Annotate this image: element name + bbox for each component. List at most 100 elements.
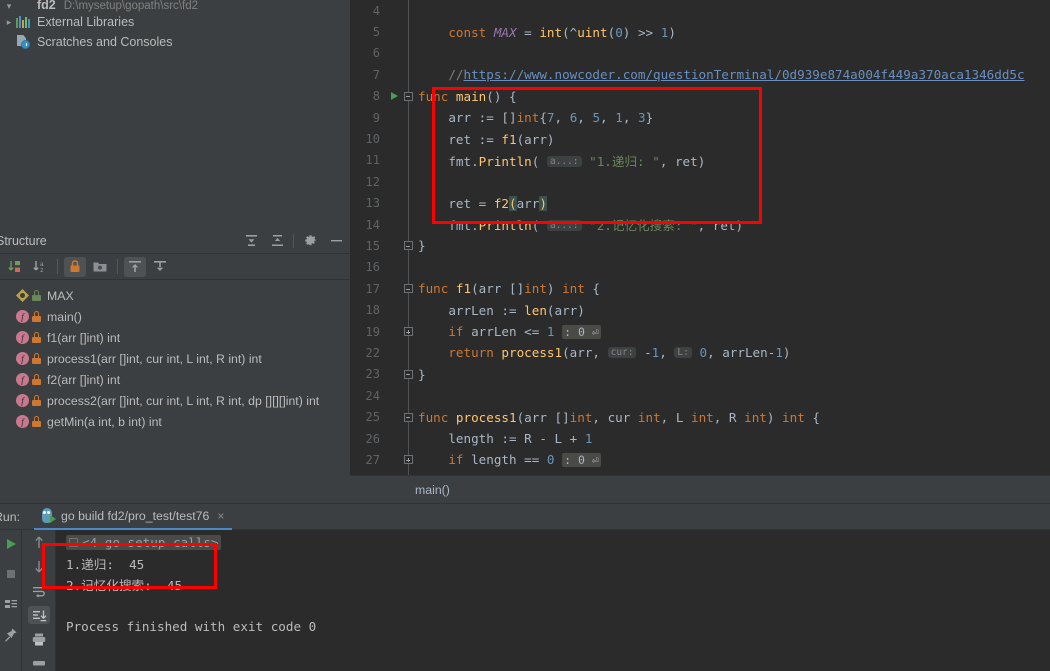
- fold-plus-icon[interactable]: [402, 455, 414, 465]
- code-line[interactable]: 6: [350, 43, 1050, 64]
- code-line[interactable]: 16: [350, 257, 1050, 278]
- line-number: 27: [365, 452, 380, 467]
- project-tree-panel[interactable]: ▾ fd2 D:\mysetup\gopath\src\fd2 ▸ Extern…: [0, 0, 350, 228]
- rerun-button[interactable]: [0, 534, 22, 554]
- code-text: fmt.Println( a...: "2.记忆化搜索: ", ret): [418, 218, 744, 234]
- structure-header: Structure: [0, 228, 350, 254]
- scroll-down-button[interactable]: [28, 558, 50, 576]
- structure-item-list: MAX f main() f f1(arr []int) int f proce…: [0, 280, 350, 432]
- lock-icon: [32, 374, 41, 385]
- structure-item-max[interactable]: MAX: [0, 285, 350, 306]
- function-icon: f: [16, 331, 29, 344]
- code-line[interactable]: 4: [350, 0, 1050, 21]
- chevron-right-icon[interactable]: ▸: [2, 17, 16, 28]
- code-line[interactable]: 8 func main() {: [350, 86, 1050, 107]
- code-line[interactable]: 27 if length == 0 : 0 ⏎: [350, 449, 1050, 470]
- structure-item-label: f2(arr []int) int: [47, 372, 121, 387]
- run-tab[interactable]: go build fd2/pro_test/test76 ×: [33, 504, 233, 530]
- code-line[interactable]: 23}: [350, 364, 1050, 385]
- code-text: const MAX = int(^uint(0) >> 1): [448, 24, 676, 40]
- run-gutter-icon[interactable]: [386, 92, 402, 101]
- structure-item-main[interactable]: f main(): [0, 306, 350, 327]
- fold-minus-icon[interactable]: [402, 412, 414, 422]
- collapse-all-button[interactable]: [267, 231, 287, 251]
- line-number: 25: [365, 410, 380, 425]
- structure-item-f2[interactable]: f f2(arr []int) int: [0, 369, 350, 390]
- close-icon[interactable]: ×: [217, 509, 224, 523]
- line-number: 8: [372, 89, 380, 104]
- code-text: func main() {: [418, 88, 517, 104]
- scroll-to-end-button[interactable]: [27, 606, 50, 624]
- function-icon: f: [16, 373, 29, 386]
- code-line[interactable]: 7 //https://www.nowcoder.com/questionTer…: [350, 64, 1050, 85]
- show-in-editor-button[interactable]: [0, 594, 22, 614]
- fold-minus-icon[interactable]: [402, 91, 414, 101]
- code-line[interactable]: 19 if arrLen <= 1 : 0 ⏎: [350, 321, 1050, 342]
- structure-item-getmin[interactable]: f getMin(a int, b int) int: [0, 411, 350, 432]
- divider: [117, 259, 118, 274]
- fold-minus-icon[interactable]: [402, 241, 414, 251]
- code-line[interactable]: 25 func process1(arr []int, cur int, L in…: [350, 406, 1050, 427]
- code-line[interactable]: 15}: [350, 235, 1050, 256]
- code-line[interactable]: 13 ret = f2(arr): [350, 193, 1050, 214]
- expand-all-button[interactable]: [241, 231, 261, 251]
- console-output[interactable]: <4 go setup calls> 1.递归: 45 2.记忆化搜索: 45 …: [42, 530, 1050, 671]
- run-body: <4 go setup calls> 1.递归: 45 2.记忆化搜索: 45 …: [0, 530, 1050, 671]
- line-number: 26: [365, 431, 380, 446]
- function-icon: f: [16, 352, 29, 365]
- code-line[interactable]: 17 func f1(arr []int) int {: [350, 278, 1050, 299]
- fold-toggle-icon[interactable]: [69, 538, 78, 547]
- code-line[interactable]: 24: [350, 385, 1050, 406]
- tree-item-external-libraries[interactable]: ▸ External Libraries: [0, 12, 350, 32]
- print-button[interactable]: [28, 630, 50, 648]
- console-fold-line[interactable]: <4 go setup calls>: [56, 532, 1050, 553]
- code-text: arrLen := len(arr): [418, 302, 585, 318]
- sort-alphabetically-button[interactable]: a z: [29, 257, 51, 277]
- structure-item-label: main(): [47, 309, 82, 324]
- code-line[interactable]: 5 const MAX = int(^uint(0) >> 1): [350, 21, 1050, 42]
- show-fields-button[interactable]: [149, 257, 171, 277]
- scroll-up-button[interactable]: [28, 534, 50, 552]
- structure-item-label: f1(arr []int) int: [47, 330, 121, 345]
- line-number: 13: [365, 196, 380, 211]
- structure-item-process1[interactable]: f process1(arr []int, cur int, L int, R …: [0, 348, 350, 369]
- code-line[interactable]: 22 return process1(arr, cur: -1, L: 0, a…: [350, 342, 1050, 363]
- hide-panel-button[interactable]: [326, 231, 346, 251]
- code-editor[interactable]: 4 5 const MAX = int(^uint(0) >> 1) 6 7 //ht…: [350, 0, 1050, 503]
- show-non-public-button[interactable]: [64, 256, 86, 277]
- breadcrumb[interactable]: main(): [350, 475, 1050, 503]
- structure-item-f1[interactable]: f f1(arr []int) int: [0, 327, 350, 348]
- show-inherited-button[interactable]: [124, 256, 146, 277]
- fold-minus-icon[interactable]: [402, 369, 414, 379]
- stop-button[interactable]: [0, 564, 22, 584]
- console-toolbar: [22, 530, 56, 671]
- pin-tab-button[interactable]: [0, 624, 22, 644]
- structure-item-process2[interactable]: f process2(arr []int, cur int, L int, R …: [0, 390, 350, 411]
- console-line: 2.记忆化搜索: 45: [66, 578, 183, 593]
- console-fold-label: <4 go setup calls>: [82, 535, 219, 550]
- fold-minus-icon[interactable]: [402, 284, 414, 294]
- soft-wrap-button[interactable]: [28, 582, 50, 600]
- chevron-down-icon[interactable]: ▾: [2, 1, 16, 12]
- go-run-config-icon: [41, 508, 56, 523]
- tree-item-scratches-and-consoles[interactable]: Scratches and Consoles: [0, 32, 350, 52]
- code-line[interactable]: 14 fmt.Println( a...: "2.记忆化搜索: ", ret): [350, 214, 1050, 235]
- lock-icon: [32, 353, 41, 364]
- group-by-folder-button[interactable]: [89, 257, 111, 277]
- code-line[interactable]: 11 fmt.Println( a...: "1.递归: ", ret): [350, 150, 1050, 171]
- fold-plus-icon[interactable]: [402, 327, 414, 337]
- settings-gear-icon[interactable]: [300, 231, 320, 251]
- code-line[interactable]: 9 arr := []int{7, 6, 5, 1, 3}: [350, 107, 1050, 128]
- code-lines-container[interactable]: 4 5 const MAX = int(^uint(0) >> 1) 6 7 //ht…: [350, 0, 1050, 475]
- lock-icon: [32, 395, 41, 406]
- code-line[interactable]: 10 ret := f1(arr): [350, 128, 1050, 149]
- project-root-row[interactable]: ▾ fd2 D:\mysetup\gopath\src\fd2: [0, 0, 350, 12]
- code-line[interactable]: 26 length := R - L + 1: [350, 428, 1050, 449]
- code-line[interactable]: 12: [350, 171, 1050, 192]
- sort-by-visibility-button[interactable]: [4, 257, 26, 277]
- line-number: 7: [372, 67, 380, 82]
- code-line[interactable]: 18 arrLen := len(arr): [350, 299, 1050, 320]
- project-root-path: D:\mysetup\gopath\src\fd2: [63, 0, 198, 12]
- clear-all-button[interactable]: [28, 654, 50, 671]
